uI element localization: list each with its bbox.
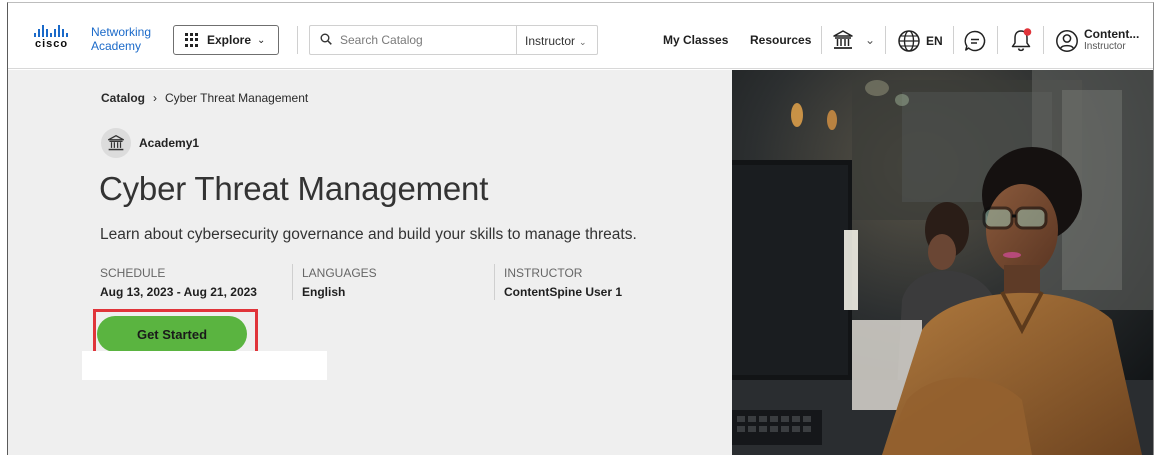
schedule-value: Aug 13, 2023 - Aug 21, 2023 xyxy=(100,285,257,299)
academy-badge: Academy1 xyxy=(101,128,199,158)
user-name[interactable]: Content... xyxy=(1084,27,1139,41)
chat-icon xyxy=(964,30,986,52)
header-divider xyxy=(1043,26,1044,54)
cisco-wordmark: cisco xyxy=(35,38,69,50)
search-bar: Instructor⌄ xyxy=(309,25,598,55)
header-divider xyxy=(997,26,998,54)
header-divider xyxy=(821,26,822,54)
globe-icon xyxy=(898,30,920,52)
grid-icon xyxy=(185,33,199,47)
header-divider xyxy=(885,26,886,54)
my-classes-link[interactable]: My Classes xyxy=(663,33,728,47)
explore-label: Explore xyxy=(207,33,252,47)
chevron-down-icon: ⌄ xyxy=(257,34,266,46)
breadcrumb-catalog-link[interactable]: Catalog xyxy=(101,91,145,105)
networking-academy-logo[interactable]: cisco Networking Academy xyxy=(34,25,160,57)
cisco-bars-icon xyxy=(34,25,82,37)
search-divider xyxy=(516,26,517,54)
search-icon xyxy=(320,33,332,45)
role-dropdown[interactable]: Instructor ⌄ xyxy=(525,34,587,48)
schedule-label: SCHEDULE xyxy=(100,266,166,280)
chevron-right-icon: › xyxy=(153,91,158,105)
notifications-button[interactable] xyxy=(1008,26,1034,54)
chevron-down-icon: ⌄ xyxy=(579,37,587,47)
institution-menu[interactable] xyxy=(830,27,856,53)
search-input[interactable] xyxy=(340,27,515,53)
header-divider xyxy=(953,26,954,54)
institution-icon xyxy=(101,128,131,158)
user-icon xyxy=(1056,30,1078,52)
instructor-value: ContentSpine User 1 xyxy=(504,285,623,299)
breadcrumb: Catalog › Cyber Threat Management xyxy=(101,91,308,105)
user-menu[interactable] xyxy=(1054,28,1080,54)
page-title: Cyber Threat Management xyxy=(99,170,489,207)
instructor-label: INSTRUCTOR xyxy=(504,266,583,280)
header-divider xyxy=(297,26,298,54)
woman-at-computer-photo xyxy=(732,70,1153,455)
languages-label: LANGUAGES xyxy=(302,266,377,280)
messages-button[interactable] xyxy=(962,28,988,54)
resources-link[interactable]: Resources xyxy=(750,33,811,47)
chevron-down-icon[interactable]: ⌄ xyxy=(862,31,878,49)
institution-icon xyxy=(833,30,853,49)
course-hero-image xyxy=(732,70,1153,455)
user-role: Instructor xyxy=(1084,41,1126,52)
top-navigation-bar: cisco Networking Academy Explore ⌄ Instr… xyxy=(8,3,1153,69)
logo-line-academy: Academy xyxy=(91,39,142,53)
language-label[interactable]: EN xyxy=(926,34,943,48)
breadcrumb-current: Cyber Threat Management xyxy=(165,91,309,105)
logo-line-networking: Networking xyxy=(91,25,152,39)
role-dropdown-label: Instructor xyxy=(525,34,576,48)
explore-button[interactable]: Explore ⌄ xyxy=(173,25,279,55)
blank-overlay xyxy=(82,351,327,380)
meta-divider xyxy=(292,264,293,300)
get-started-button[interactable]: Get Started xyxy=(97,316,247,352)
course-description: Learn about cybersecurity governance and… xyxy=(100,226,637,243)
meta-divider xyxy=(494,264,495,300)
languages-value: English xyxy=(302,285,346,299)
language-selector[interactable] xyxy=(896,28,922,54)
bell-icon xyxy=(1011,28,1032,52)
academy-name: Academy1 xyxy=(139,136,200,150)
